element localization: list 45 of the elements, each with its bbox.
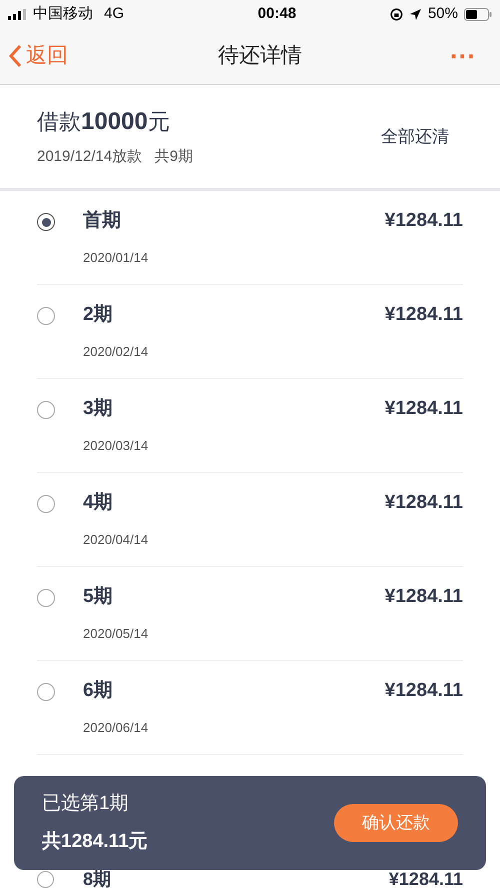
installment-title: 2期 xyxy=(83,303,114,327)
radio-button[interactable] xyxy=(37,495,55,513)
loan-amount: 借款10000元 xyxy=(37,107,171,138)
radio-button[interactable] xyxy=(37,401,55,419)
battery-icon xyxy=(464,8,492,20)
due-date: 2020/01/14 xyxy=(83,248,150,266)
more-button[interactable]: ··· xyxy=(412,43,492,69)
installment-amount: ¥1284.11 xyxy=(388,871,463,888)
carrier: 中国移动 xyxy=(33,4,93,24)
installment-amount: ¥1284.11 xyxy=(384,585,463,609)
confirm-payment-button[interactable]: 确认还款 xyxy=(334,804,458,842)
due-date: 2020/04/14 xyxy=(83,530,150,548)
due-date: 2020/05/14 xyxy=(83,624,150,642)
due-date: 2020/06/14 xyxy=(83,718,150,736)
back-button[interactable]: 返回 xyxy=(8,40,68,72)
total-amount: 共1284.11元 xyxy=(42,830,148,854)
installment-title: 4期 xyxy=(83,491,114,515)
radio-button[interactable] xyxy=(37,307,55,325)
pay-all-button[interactable]: 全部还清 xyxy=(381,124,449,150)
radio-button[interactable] xyxy=(37,871,54,888)
page-title: 待还详情 xyxy=(218,43,302,70)
radio-button[interactable] xyxy=(37,683,55,701)
radio-button[interactable] xyxy=(37,589,55,607)
installment-amount: ¥1284.11 xyxy=(384,491,463,515)
network-type: 4G xyxy=(104,4,124,24)
installment-title: 3期 xyxy=(83,397,114,421)
installment-title: 5期 xyxy=(83,585,114,609)
installment-amount: ¥1284.11 xyxy=(384,209,463,233)
rotation-lock-icon xyxy=(390,8,403,20)
installment-amount: ¥1284.11 xyxy=(384,397,463,421)
clock: 00:48 xyxy=(258,4,296,24)
selected-period: 已选第1期 xyxy=(42,792,130,816)
due-date: 2020/02/14 xyxy=(83,342,150,360)
radio-button[interactable] xyxy=(37,213,55,231)
due-date: 2020/03/14 xyxy=(83,436,150,454)
battery-percent: 50% xyxy=(428,4,458,24)
installment-title: 6期 xyxy=(83,679,114,703)
location-arrow-icon xyxy=(408,8,422,20)
signal-icon xyxy=(8,8,28,20)
installment-title: 8期 xyxy=(83,871,112,888)
back-chevron-icon xyxy=(8,44,22,68)
installment-amount: ¥1284.11 xyxy=(384,679,463,703)
installment-amount: ¥1284.11 xyxy=(384,303,463,327)
loan-info: 2019/12/14放款 共9期 xyxy=(37,147,193,168)
installment-title: 首期 xyxy=(83,209,122,233)
